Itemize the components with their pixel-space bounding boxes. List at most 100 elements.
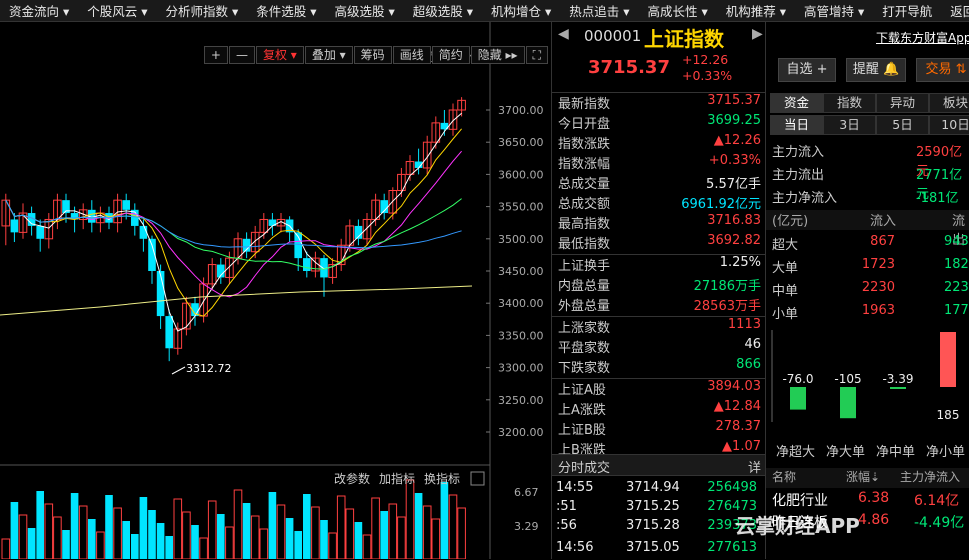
quote-value: 3716.83 [707, 213, 761, 228]
flow-row: 主力流入 2590亿元 [766, 141, 969, 179]
quote-row: 指数涨跌 ▲12.26 [552, 133, 765, 153]
y-tick-label: 3400.00 [498, 297, 544, 310]
toolbar-btn-6[interactable]: 简约 [431, 46, 470, 64]
menu-item-4[interactable]: 高级选股 ▾ [326, 1, 404, 20]
sector-flow-header: 主力净流入 [900, 470, 961, 484]
toolbar-btn-5[interactable]: 画线 [392, 46, 431, 64]
tab-0[interactable]: 资金 [770, 93, 823, 113]
quote-label: 上涨家数 [558, 321, 611, 336]
volume-bar-down [36, 491, 44, 559]
net-bar-value: 185 [937, 408, 960, 422]
volume-bar-down [165, 536, 173, 559]
quote-value: 3715.37 [707, 93, 761, 108]
quote-label: 内盘总量 [558, 279, 611, 294]
next-arrow-icon[interactable]: ▶ [752, 26, 763, 42]
vol-close-box [470, 471, 485, 486]
tab-1[interactable]: 指数 [823, 93, 876, 113]
quote-label: 上证B股 [558, 423, 606, 438]
menu-item-6[interactable]: 机构增仓 ▾ [482, 1, 560, 20]
candle-body-down [156, 271, 165, 317]
breadth-row: 下跌家数 866 [552, 357, 765, 377]
download-app-link[interactable]: 下载东方财富App [876, 29, 969, 46]
menu-item-7[interactable]: 热点追击 ▾ [560, 1, 638, 20]
tick-volume: 256498 [707, 480, 757, 495]
volume-bar-up [448, 494, 458, 559]
candle-body-down [10, 219, 19, 233]
menu-item-8[interactable]: 高成长性 ▾ [639, 1, 717, 20]
tab-3[interactable]: 板块 [929, 93, 969, 113]
subtab-3[interactable]: 10日 [929, 115, 969, 135]
volume-bar-up [207, 500, 217, 559]
bell-icon: 🔔 [882, 62, 900, 77]
menu-item-5[interactable]: 超级选股 ▾ [404, 1, 482, 20]
alert-button[interactable]: 提醒 🔔 [846, 58, 906, 82]
volume-bar-down [294, 531, 302, 559]
toolbar-btn-3[interactable]: 叠加 ▾ [304, 46, 353, 64]
y-tick-label: 3200.00 [498, 426, 544, 439]
add-watchlist-button[interactable]: 自选 + [778, 58, 836, 82]
flow-table-header: (亿元) 流入 流出 [766, 210, 969, 248]
plus-icon: + [816, 62, 828, 77]
tick-time: :56 [556, 518, 577, 533]
quote-value: 3894.03 [707, 379, 761, 394]
volume-bar-down [242, 503, 251, 559]
menu-item-3[interactable]: 条件选股 ▾ [247, 1, 325, 20]
flow-in: 1723 [861, 257, 895, 272]
sub-index-row: 上证B股 278.37 [552, 419, 765, 439]
flow-in: 2230 [861, 280, 895, 295]
candle-body-down [36, 225, 44, 239]
net-bar-value: -3.39 [882, 372, 913, 386]
trade-button[interactable]: 交易 ⇅ [916, 58, 969, 82]
menu-item-10[interactable]: 高管增持 ▾ [795, 1, 873, 20]
tab-2[interactable]: 异动 [876, 93, 929, 113]
volume-bar-up [233, 489, 243, 559]
subtab-2[interactable]: 5日 [876, 115, 929, 135]
toolbar-btn-1[interactable]: — [228, 46, 255, 64]
vol-tool-2[interactable]: 换指标 [424, 471, 460, 486]
expand-icon[interactable]: ⛶ [525, 46, 548, 64]
kline-chart-area[interactable]: 3700.00 3650.00 3600.00 3550.00 3500.00 3450.… [0, 22, 548, 559]
volume-bar-up [457, 507, 466, 559]
sector-pct-header[interactable]: 涨幅⇣ [846, 468, 880, 485]
menu-item-12[interactable]: 返回 [941, 1, 969, 20]
y-tick-label: 3350.00 [498, 329, 544, 342]
flow-type: 小单 [772, 307, 799, 322]
y-tick-label: 3450.00 [498, 265, 544, 278]
net-bar-label: 净超大 [776, 445, 816, 460]
net-bar-value: -76.0 [782, 372, 813, 386]
ticks-title: 分时成交 [558, 461, 611, 476]
toolbar-btn-7[interactable]: 隐藏 ▸▸ [470, 46, 525, 64]
net-bar [840, 387, 856, 419]
volume-bar-down [380, 511, 388, 559]
volume-bar-down [70, 493, 79, 559]
flow-out: 1828 [944, 257, 969, 272]
volume-bar-up [96, 531, 105, 559]
index-code: 000001 [584, 27, 642, 45]
vol-tool-0[interactable]: 改参数 [334, 471, 370, 486]
subtab-0[interactable]: 当日 [770, 115, 823, 135]
toolbar-btn-0[interactable]: + [203, 46, 228, 64]
flow-table-row: 超大 867 943 [766, 234, 969, 254]
quote-label: 上证换手 [558, 259, 611, 274]
quote-panel: ◀ 000001 上证指数 ▶ 3715.37 +12.26 +0.33% 最新… [551, 22, 766, 559]
y-tick-label: 3500.00 [498, 233, 544, 246]
menu-item-2[interactable]: 分析师指数 ▾ [157, 1, 248, 20]
kline-chart[interactable]: 3700.00 3650.00 3600.00 3550.00 3500.00 3450.… [0, 22, 548, 559]
toolbar-btn-4[interactable]: 筹码 [353, 46, 392, 64]
volume-bar-up [182, 511, 191, 559]
tick-row: :56 3715.28 239373 [552, 518, 765, 538]
sector-row[interactable]: 化肥行业 6.38 6.14亿 [766, 490, 969, 510]
toolbar-btn-2[interactable]: 复权 ▾ [255, 46, 304, 64]
prev-arrow-icon[interactable]: ◀ [558, 26, 569, 42]
vol-tool-1[interactable]: 加指标 [379, 471, 415, 486]
menu-item-0[interactable]: 资金流向 ▾ [0, 1, 78, 20]
ticks-detail-button[interactable]: 详 [748, 457, 761, 476]
menu-item-9[interactable]: 机构推荐 ▾ [717, 1, 795, 20]
volume-bar-up [405, 479, 415, 559]
subtab-1[interactable]: 3日 [823, 115, 876, 135]
volume-bar-down [131, 534, 139, 559]
menu-item-1[interactable]: 个股风云 ▾ [78, 1, 156, 20]
net-bar-label: 净大单 [826, 445, 866, 460]
net-bar-value: -105 [834, 372, 861, 386]
menu-item-11[interactable]: 打开导航 [873, 1, 941, 20]
